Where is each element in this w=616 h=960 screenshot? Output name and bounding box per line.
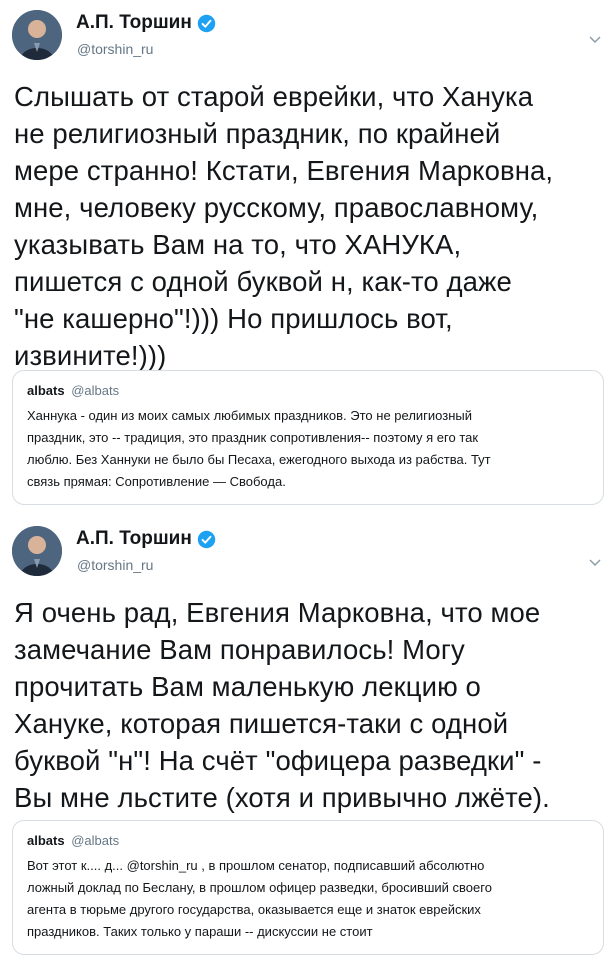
chevron-down-icon[interactable]	[588, 555, 602, 569]
quoted-author-row: albats @albats	[27, 833, 591, 849]
quoted-tweet[interactable]: albats @albats Ханнука - один из моих са…	[12, 370, 604, 505]
tweet-text: Я очень рад, Евгения Марковна, что мое з…	[14, 597, 550, 813]
author-handle[interactable]: @torshin_ru	[77, 41, 153, 57]
quoted-author-name: albats	[27, 383, 65, 398]
quoted-tweet-text: Вот этот к.... д... @torshin_ru , в прош…	[27, 858, 492, 939]
quoted-tweet[interactable]: albats @albats Вот этот к.... д... @tors…	[12, 820, 604, 955]
quoted-author-name: albats	[27, 833, 65, 848]
author-name[interactable]: А.П. Торшин	[76, 528, 192, 550]
avatar[interactable]	[12, 10, 62, 60]
verified-badge-icon	[197, 530, 216, 548]
avatar[interactable]	[12, 526, 62, 576]
quoted-author-row: albats @albats	[27, 383, 591, 399]
author-row: А.П. Торшин	[76, 528, 216, 550]
author-name[interactable]: А.П. Торшин	[76, 12, 192, 34]
author-row: А.П. Торшин	[76, 12, 216, 34]
quoted-tweet-text: Ханнука - один из моих самых любимых пра…	[27, 408, 491, 489]
quoted-author-handle: @albats	[71, 833, 120, 848]
quoted-author-handle: @albats	[71, 383, 120, 398]
tweet-text: Слышать от старой еврейки, что Ханука не…	[14, 81, 554, 371]
chevron-down-icon[interactable]	[588, 32, 602, 46]
author-handle[interactable]: @torshin_ru	[77, 557, 153, 573]
verified-badge-icon	[197, 14, 216, 32]
